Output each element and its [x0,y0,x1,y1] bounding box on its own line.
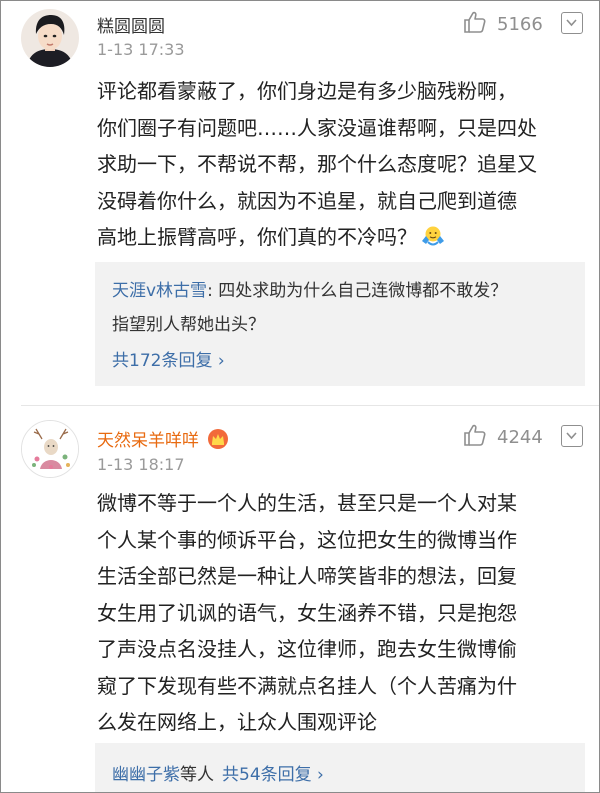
avatar[interactable] [21,9,79,67]
comment-list: 糕圆圆圆 1-13 17:33 5166 评论都看蒙蔽了，你们身边是有多少脑残粉… [0,0,600,793]
like-button[interactable]: 4244 [463,423,543,452]
reply-line: 幽幽子紫等人 共54条回复 › [112,765,324,785]
reply-preview[interactable]: 幽幽子紫等人 共54条回复 › [95,743,585,792]
comment-line: 个人某个事的倾诉平台，这位把女生的微博当作 [97,527,517,552]
like-count: 4244 [497,427,543,448]
comment-line: 么发在网络上，让众人围观评论 [97,710,377,734]
more-options-icon[interactable] [561,425,583,447]
comment-line: 了声没点名没挂人，这位律师，跑去女生微博偷 [97,637,517,661]
comment-line: 生活全部已然是一种让人啼笑皆非的想法，回复 [97,564,517,588]
comment-line: 没碍着你什么，就因为不追星，就自己爬到道德 [97,188,517,213]
reply-line: 指望别人帮她出头？ [112,315,265,335]
thumbs-up-icon [463,423,487,452]
view-replies-link[interactable]: 共172条回复 › [112,346,225,371]
divider [21,405,599,406]
username[interactable]: 天然呆羊咩咩 [97,426,229,455]
comment-line: 高地上振臂高呼，你们真的不冷吗？ [97,219,567,260]
comment-line: 评论都看蒙蔽了，你们身边是有多少脑残粉啊， [97,79,517,103]
reply-author-link[interactable]: 天涯v林古雪 [112,281,207,301]
avatar[interactable] [21,420,79,478]
comment-line: 微博不等于一个人的生活，甚至只是一个人对某 [97,491,517,515]
reply-line: 天涯v林古雪: 四处求助为什么自己连微博都不敢发？ [112,281,508,301]
comment-line: 女生用了讥讽的语气，女生涵养不错，只是抱怨 [97,600,517,625]
comment-line: 求助一下，不帮说不帮，那个什么态度呢？追星又 [97,152,537,176]
more-options-icon[interactable] [561,12,583,34]
comment-line: 你们圈子有问题吧……人家没逼谁帮啊，只是四处 [97,115,537,140]
reply-author-link[interactable]: 幽幽子紫 [112,765,180,785]
thumbs-up-icon [463,10,487,39]
like-button[interactable]: 5166 [463,10,543,39]
comment-line: 窥了下发现有些不满就点名挂人（个人苦痛为什 [97,673,517,698]
reply-preview[interactable]: 天涯v林古雪: 四处求助为什么自己连微博都不敢发？ 指望别人帮她出头？ 共172… [95,262,585,386]
crown-badge-icon [207,428,229,455]
comment-time: 1-13 17:33 [97,40,185,59]
comment-text: 评论都看蒙蔽了，你们身边是有多少脑残粉啊， 你们圈子有问题吧……人家没逼谁帮啊，… [97,73,567,260]
comment-time: 1-13 18:17 [97,455,185,474]
comment-text: 微博不等于一个人的生活，甚至只是一个人对某 个人某个事的倾诉平台，这位把女生的微… [97,485,567,741]
view-replies-link[interactable]: 共54条回复 › [222,765,324,785]
username[interactable]: 糕圆圆圆 [97,12,165,37]
shrug-emoji-icon [421,223,445,260]
like-count: 5166 [497,14,543,35]
